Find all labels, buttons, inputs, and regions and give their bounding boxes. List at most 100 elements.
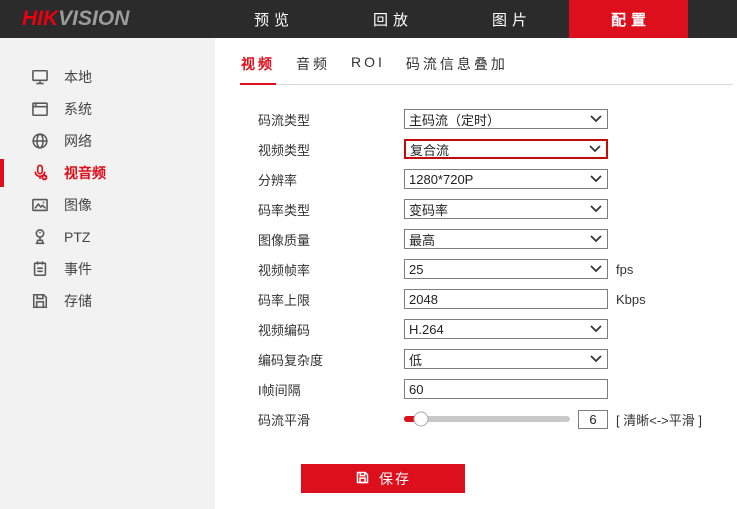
clear-smooth-hint-label: [ 清晰<->平滑 ]: [616, 410, 702, 429]
select-value: H.264: [409, 322, 444, 337]
globe-icon: [29, 130, 51, 152]
max-bitrate-input[interactable]: [404, 289, 608, 309]
sidebar-item-image[interactable]: 图像: [0, 189, 215, 221]
chevron-down-icon: [590, 265, 602, 273]
tab-audio[interactable]: 音频: [295, 52, 331, 84]
chevron-down-icon: [590, 325, 602, 333]
field-label: 码流平滑: [258, 410, 404, 429]
nav-preview[interactable]: 预览: [212, 0, 331, 38]
sidebar-item-label: 视音频: [64, 163, 106, 183]
unit-label-fps: fps: [616, 262, 633, 277]
nav-playback[interactable]: 回放: [331, 0, 450, 38]
select-value: 复合流: [410, 140, 449, 159]
bitrate-type-select[interactable]: 变码率: [404, 199, 608, 219]
slider-thumb[interactable]: [413, 412, 428, 427]
image-quality-select[interactable]: 最高: [404, 229, 608, 249]
field-label: 视频类型: [258, 140, 404, 159]
save-button[interactable]: 保存: [301, 464, 465, 493]
tab-stream-info-overlay[interactable]: 码流信息叠加: [405, 52, 509, 84]
logo-text-red: HIK: [22, 7, 58, 31]
select-value: 低: [409, 350, 422, 369]
field-label: 编码复杂度: [258, 350, 404, 369]
form-row-resolution: 分辨率 1280*720P: [258, 164, 737, 194]
video-encoding-select[interactable]: H.264: [404, 319, 608, 339]
field-label: 分辨率: [258, 170, 404, 189]
sidebar-item-label: 事件: [64, 259, 92, 279]
sidebar-item-label: PTZ: [64, 229, 90, 245]
microphone-icon: [29, 162, 51, 184]
field-label: 码率上限: [258, 290, 404, 309]
save-button-label: 保存: [379, 469, 411, 489]
chevron-down-icon: [590, 235, 602, 243]
save-icon: [355, 470, 370, 488]
iframe-interval-input[interactable]: [404, 379, 608, 399]
tab-bar: 视频 音频 ROI 码流信息叠加: [240, 52, 733, 85]
field-label: 图像质量: [258, 230, 404, 249]
form-row-stream-type: 码流类型 主码流（定时）: [258, 104, 737, 134]
chevron-down-icon: [590, 355, 602, 363]
sidebar-item-system[interactable]: 系统: [0, 93, 215, 125]
form-row-video-encoding: 视频编码 H.264: [258, 314, 737, 344]
tab-video[interactable]: 视频: [240, 52, 276, 85]
sidebar-item-storage[interactable]: 存储: [0, 285, 215, 317]
chevron-down-icon: [590, 115, 602, 123]
select-value: 主码流（定时）: [409, 110, 500, 129]
chevron-down-icon: [590, 175, 602, 183]
top-bar: HIKVISION 预览 回放 图片 配置: [0, 0, 737, 38]
sidebar-item-label: 网络: [64, 131, 92, 151]
field-label: 视频编码: [258, 320, 404, 339]
field-label: I帧间隔: [258, 380, 404, 399]
chevron-down-icon: [589, 145, 601, 153]
chevron-down-icon: [590, 205, 602, 213]
tab-roi[interactable]: ROI: [350, 52, 386, 84]
select-value: 25: [409, 262, 423, 277]
sidebar-item-label: 系统: [64, 99, 92, 119]
nav-configuration[interactable]: 配置: [569, 0, 688, 38]
sidebar-item-network[interactable]: 网络: [0, 125, 215, 157]
hikvision-logo: HIKVISION: [0, 0, 212, 38]
smoothing-value-input[interactable]: [578, 410, 608, 429]
sidebar-item-ptz[interactable]: PTZ: [0, 221, 215, 253]
unit-label-kbps: Kbps: [616, 292, 646, 307]
image-icon: [29, 194, 51, 216]
form-row-iframe-interval: I帧间隔: [258, 374, 737, 404]
content-panel: 视频 音频 ROI 码流信息叠加 码流类型 主码流（定时） 视频类型 复合流: [215, 38, 737, 509]
form-row-bitrate-type: 码率类型 变码率: [258, 194, 737, 224]
sidebar-item-label: 本地: [64, 67, 92, 87]
main-area: 本地 系统 网络 视音频 图像: [0, 38, 737, 509]
sidebar: 本地 系统 网络 视音频 图像: [0, 38, 215, 509]
video-settings-form: 码流类型 主码流（定时） 视频类型 复合流 分辨率 1280*720P: [258, 104, 737, 493]
top-navigation: 预览 回放 图片 配置: [212, 0, 688, 38]
frame-rate-select[interactable]: 25: [404, 259, 608, 279]
form-row-stream-smoothing: 码流平滑 [ 清晰<->平滑 ]: [258, 404, 737, 434]
window-icon: [29, 98, 51, 120]
select-value: 最高: [409, 230, 435, 249]
monitor-icon: [29, 66, 51, 88]
sidebar-item-video-audio[interactable]: 视音频: [0, 157, 215, 189]
select-value: 变码率: [409, 200, 448, 219]
nav-picture[interactable]: 图片: [450, 0, 569, 38]
ptz-camera-icon: [29, 226, 51, 248]
form-row-encoding-complexity: 编码复杂度 低: [258, 344, 737, 374]
logo-text-gray: VISION: [58, 7, 129, 31]
field-label: 码率类型: [258, 200, 404, 219]
field-label: 视频帧率: [258, 260, 404, 279]
slider-track[interactable]: [404, 416, 570, 422]
form-row-frame-rate: 视频帧率 25 fps: [258, 254, 737, 284]
field-label: 码流类型: [258, 110, 404, 129]
select-value: 1280*720P: [409, 172, 473, 187]
encoding-complexity-select[interactable]: 低: [404, 349, 608, 369]
sidebar-item-label: 图像: [64, 195, 92, 215]
resolution-select[interactable]: 1280*720P: [404, 169, 608, 189]
sidebar-item-local[interactable]: 本地: [0, 61, 215, 93]
stream-type-select[interactable]: 主码流（定时）: [404, 109, 608, 129]
sidebar-item-label: 存储: [64, 291, 92, 311]
form-row-video-type: 视频类型 复合流: [258, 134, 737, 164]
form-row-image-quality: 图像质量 最高: [258, 224, 737, 254]
sidebar-item-event[interactable]: 事件: [0, 253, 215, 285]
video-type-select[interactable]: 复合流: [404, 139, 608, 159]
floppy-disk-icon: [29, 290, 51, 312]
smoothing-slider[interactable]: [404, 409, 570, 429]
form-row-max-bitrate: 码率上限 Kbps: [258, 284, 737, 314]
notepad-icon: [29, 258, 51, 280]
